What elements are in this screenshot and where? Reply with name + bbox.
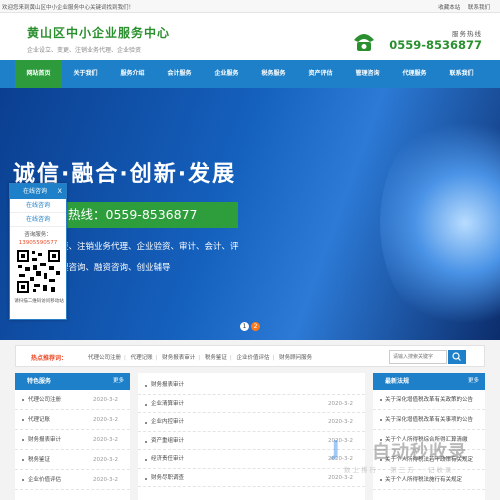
search-icon xyxy=(452,352,461,361)
banner-hotline: 热线：0559-8536877 xyxy=(58,202,238,228)
qr-code-icon xyxy=(16,249,61,294)
services-list-panel: 财务报表审计 企业清算审计 2020-3-2 企业内控审计 2020-3-2 资产重… xyxy=(138,373,365,500)
list-item[interactable]: 税务鉴证 2020-3-2 xyxy=(15,450,130,470)
list-item[interactable]: 财务报表审计 xyxy=(138,376,365,395)
hot-keywords-label: 热点推荐词： xyxy=(31,355,68,362)
slide-indicators: 1 2 xyxy=(240,322,262,331)
featured-list: 代理公司注册 2020-3-2 代理记账 2020-3-2 财务报表审计 2020-3… xyxy=(15,390,130,490)
nav-item-agency[interactable]: 代理服务 xyxy=(391,60,438,88)
nav-item-services-intro[interactable]: 服务介绍 xyxy=(109,60,156,88)
nav-item-enterprise[interactable]: 企业服务 xyxy=(203,60,250,88)
list-item[interactable]: 企业内控审计 2020-3-2 xyxy=(138,413,365,432)
list-item[interactable]: 关于深化增值税改革有关政策的公告 xyxy=(373,390,485,410)
site-header: 黄山区中小企业服务中心 企业设立、变更、注销业务代理、企业验资 服务热线 055… xyxy=(0,13,500,60)
more-link[interactable]: 更多 xyxy=(113,373,124,390)
site-search xyxy=(389,350,466,364)
nav-item-asset-valuation[interactable]: 资产评估 xyxy=(297,60,344,88)
chat-title: 在线咨询 xyxy=(23,188,48,195)
brand[interactable]: 黄山区中小企业服务中心 企业设立、变更、注销业务代理、企业验资 xyxy=(27,24,170,54)
hot-keywords-bar: 热点推荐词： 代理公司注册 | 代理记账 | 财务报表审计 | 税务鉴证 | 企业价值评… xyxy=(15,345,485,367)
list-item[interactable]: 经济责任审计 2020-3-2 xyxy=(138,450,365,469)
watermark-sub: 数上排行 · 第三方 · 记收录 xyxy=(344,466,454,474)
nav-item-home[interactable]: 网站首页 xyxy=(15,60,62,88)
list-item[interactable]: 财务报表审计 2020-3-2 xyxy=(15,430,130,450)
hotline-block: 服务热线 0559-8536877 xyxy=(352,28,482,58)
panel-title: 最新法规 xyxy=(385,378,410,385)
watermark-brand: 自动秒收录 xyxy=(372,442,467,463)
list-item[interactable]: 财务尽职调查 2020-3-2 xyxy=(138,469,365,487)
nav-item-management-consulting[interactable]: 管理咨询 xyxy=(344,60,391,88)
chat-hotline-label: 咨询服务： xyxy=(24,232,52,238)
slide-dot[interactable]: 1 xyxy=(240,322,249,331)
site-title: 黄山区中小企业服务中心 xyxy=(27,26,171,40)
panel-header: 最新法规 更多 xyxy=(373,373,485,390)
nav-item-about[interactable]: 关于我们 xyxy=(62,60,109,88)
hotline-label: 服务热线 xyxy=(452,30,482,38)
nav-item-tax[interactable]: 税务服务 xyxy=(250,60,297,88)
featured-services-panel: 特色服务 更多 代理公司注册 2020-3-2 代理记账 2020-3-2 财务报表… xyxy=(15,373,130,500)
main-nav: 网站首页 关于我们 服务介绍 会计服务 企业服务 税务服务 资产评估 管理咨询 … xyxy=(0,60,500,88)
hotline-number: 0559-8536877 xyxy=(389,38,482,52)
phone-icon xyxy=(354,34,374,51)
list-item[interactable]: 资产重组审计 2020-3-2 xyxy=(138,432,365,450)
hot-keyword-link[interactable]: 财务报表审计 xyxy=(162,355,195,361)
face-graphic xyxy=(380,108,500,338)
hot-keyword-link[interactable]: 代理记账 xyxy=(131,355,153,361)
list-item[interactable]: 代理记账 2020-3-2 xyxy=(15,410,130,430)
chat-header: 在线咨询 X xyxy=(10,184,66,199)
hero-banner[interactable]: 诚信·融合·创新·发展 热线：0559-8536877 更、注销业务代理、企业验… xyxy=(0,88,500,340)
banner-services-line: 理咨询、融资咨询、创业辅导 xyxy=(60,263,171,273)
hot-keyword-link[interactable]: 税务鉴证 xyxy=(205,355,227,361)
list-item[interactable]: 关于深化增值税改革有关事项的公告 xyxy=(373,410,485,430)
hot-keywords-list: 代理公司注册 | 代理记账 | 财务报表审计 | 税务鉴证 | 企业价值评估 | 财务顾问… xyxy=(88,355,313,361)
panel-title: 特色服务 xyxy=(27,378,52,385)
site-subtitle: 企业设立、变更、注销业务代理、企业验资 xyxy=(27,47,142,54)
banner-services-line: 更、注销业务代理、企业验资、审计、会计、评 xyxy=(60,242,239,252)
panel-header: 特色服务 更多 xyxy=(15,373,130,390)
services-list: 财务报表审计 企业清算审计 2020-3-2 企业内控审计 2020-3-2 资产重… xyxy=(138,373,365,487)
bookmark-link[interactable]: 收藏本站 xyxy=(438,5,460,11)
qr-caption: 请扫描二维码访问移动站 xyxy=(14,299,64,304)
watermark-logo-icon: J xyxy=(332,436,340,460)
top-links: 收藏本站 联系我们 xyxy=(432,3,490,11)
welcome-text: 欢迎您来到黄山区中小企业服务中心关键词找到我们！ xyxy=(2,5,135,11)
chat-link[interactable]: 在线咨询 xyxy=(10,213,66,227)
list-item[interactable]: 企业清算审计 2020-3-2 xyxy=(138,395,365,413)
hot-keyword-link[interactable]: 企业价值评估 xyxy=(237,355,270,361)
contact-link[interactable]: 联系我们 xyxy=(468,5,490,11)
nav-item-accounting[interactable]: 会计服务 xyxy=(156,60,203,88)
hot-keyword-link[interactable]: 代理公司注册 xyxy=(88,355,121,361)
chat-hotline-number: 13905590577 xyxy=(18,240,58,246)
hot-keyword-link[interactable]: 财务顾问服务 xyxy=(279,355,312,361)
close-icon[interactable]: X xyxy=(58,184,62,199)
nav-item-contact[interactable]: 联系我们 xyxy=(438,60,485,88)
search-input[interactable] xyxy=(389,350,447,364)
list-item[interactable]: 企业价值评估 2020-3-2 xyxy=(15,470,130,490)
more-link[interactable]: 更多 xyxy=(468,373,479,390)
top-bar: 欢迎您来到黄山区中小企业服务中心关键词找到我们！ 收藏本站 联系我们 xyxy=(0,0,500,13)
watermark: J 自动秒收录 数上排行 · 第三方 · 记收录 xyxy=(332,436,482,478)
slide-dot-active[interactable]: 2 xyxy=(251,322,260,331)
online-consult-widget: 在线咨询 X 在线咨询 在线咨询 咨询服务： 13905590577 请扫描二维… xyxy=(9,183,67,320)
list-item[interactable]: 代理公司注册 2020-3-2 xyxy=(15,390,130,410)
search-button[interactable] xyxy=(448,350,466,364)
chat-link[interactable]: 在线咨询 xyxy=(10,199,66,213)
